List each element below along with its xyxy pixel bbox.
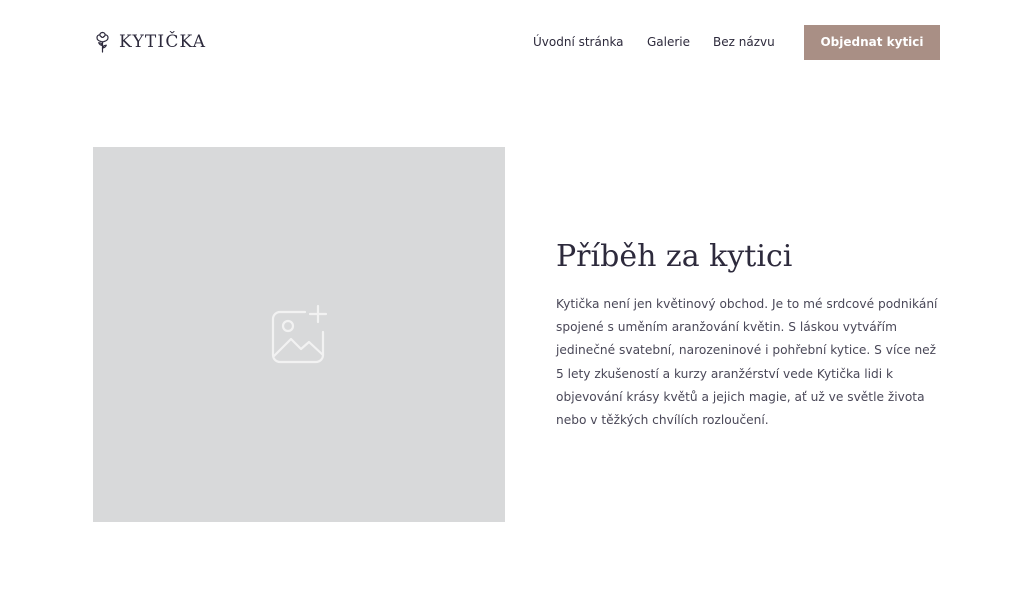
nav-link-gallery[interactable]: Galerie <box>647 25 690 60</box>
brand-name: KYTIČKA <box>119 32 207 52</box>
story-text: Kytička není jen květinový obchod. Je to… <box>556 297 938 428</box>
image-add-icon <box>271 304 328 363</box>
story-title: Příběh za kytici <box>556 239 793 274</box>
site-header: KYTIČKA Úvodní stránka Galerie Bez názvu… <box>93 25 940 60</box>
brand-logo[interactable]: KYTIČKA <box>93 29 206 55</box>
order-bouquet-button[interactable]: Objednat kytici <box>804 25 940 60</box>
image-placeholder[interactable] <box>93 147 505 522</box>
nav-link-home[interactable]: Úvodní stránka <box>533 25 624 60</box>
nav-link-untitled[interactable]: Bez názvu <box>713 25 775 60</box>
rose-icon <box>96 31 109 53</box>
page: KYTIČKA Úvodní stránka Galerie Bez názvu… <box>0 0 1024 592</box>
story-section: Příběh za kytici Kytička není jen květin… <box>556 236 944 432</box>
